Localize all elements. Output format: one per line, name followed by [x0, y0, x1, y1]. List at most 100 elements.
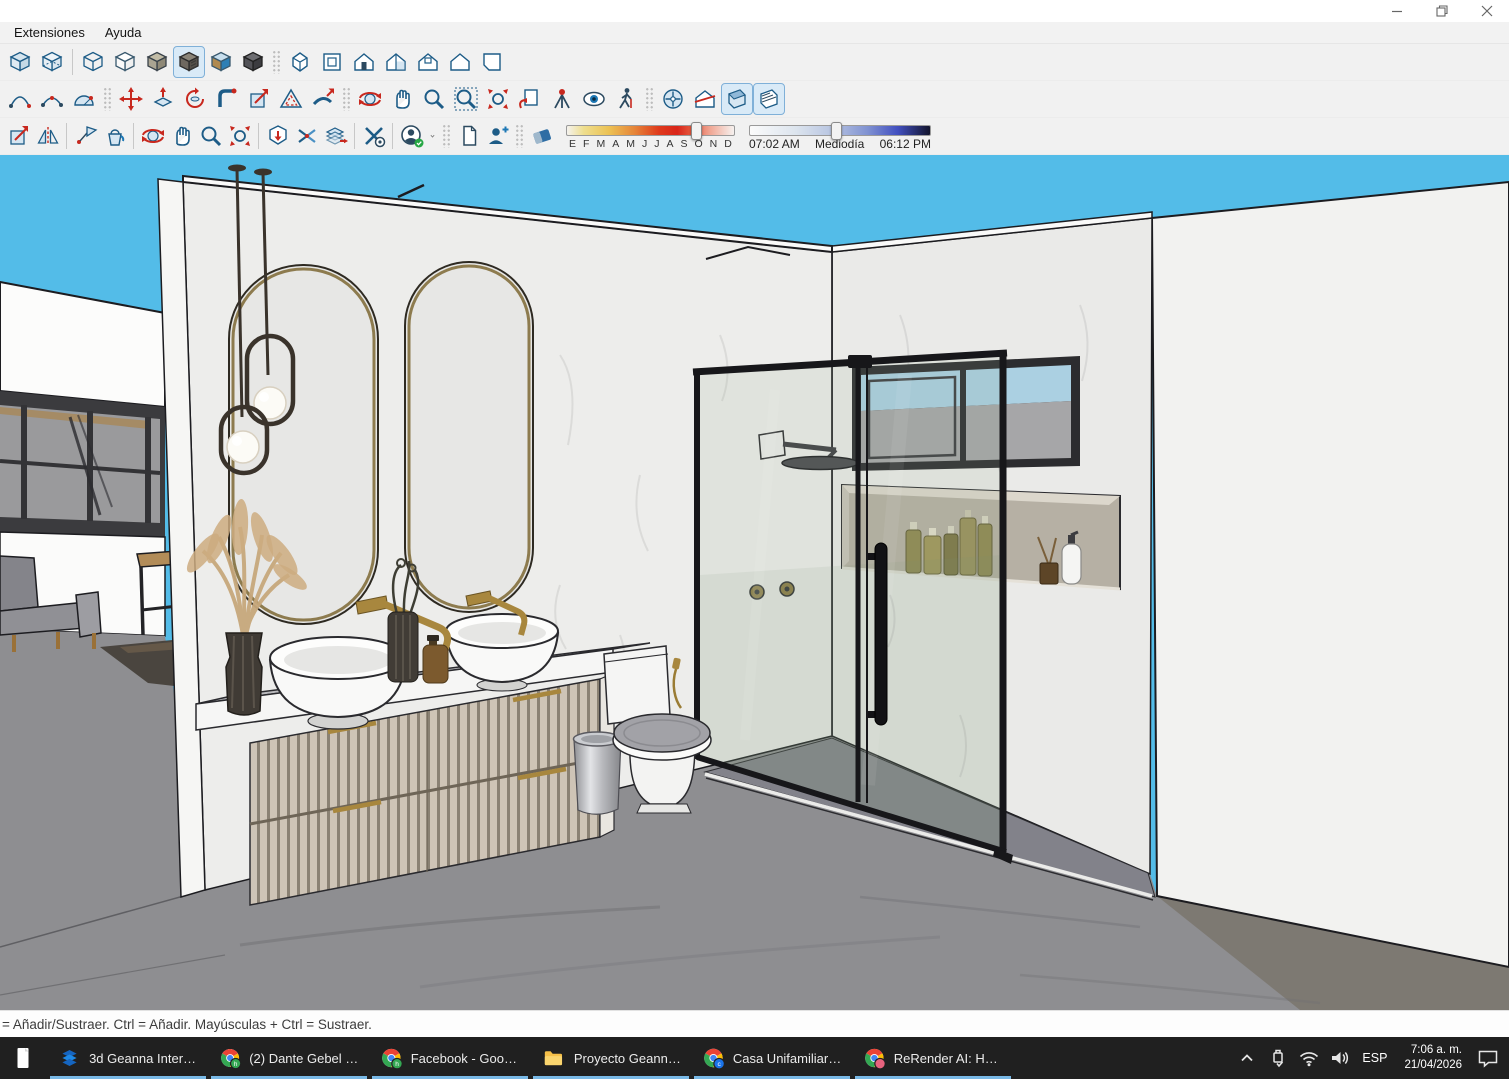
offset-tool-icon[interactable]: [275, 83, 307, 115]
taskbar-item-casa-unifamiliar-en[interactable]: cCasa Unifamiliar en...: [693, 1037, 851, 1079]
menu-item-extensiones[interactable]: Extensiones: [4, 23, 95, 42]
shadow-date-slider-handle[interactable]: [691, 122, 702, 140]
taskbar-item-3d-geanna-interior[interactable]: 3d Geanna Interior ...: [49, 1037, 207, 1079]
taskbar-item-rerender-ai-herra[interactable]: ReRender AI: Herra...: [854, 1037, 1012, 1079]
clock[interactable]: 7:06 a. m. 21/04/2026: [1398, 1043, 1468, 1073]
display-section-planes-icon[interactable]: [689, 83, 721, 115]
style-shaded-textures-icon[interactable]: [173, 46, 205, 78]
taskbar-item-label: 3d Geanna Interior ...: [89, 1051, 198, 1066]
section-plane-tool-icon[interactable]: [657, 83, 689, 115]
clock-time: 7:06 a. m.: [1404, 1043, 1462, 1058]
view-left-icon[interactable]: [444, 46, 476, 78]
pan-tool-2-icon[interactable]: [167, 122, 196, 151]
previous-view-icon[interactable]: [514, 83, 546, 115]
resize-tool-icon[interactable]: [4, 122, 33, 151]
toolbar-grip[interactable]: [515, 124, 524, 148]
taskbar-item-proyecto-geanna-4[interactable]: Proyecto Geanna 4: [532, 1037, 690, 1079]
add-collaborator-icon[interactable]: [483, 122, 512, 151]
taskbar-item-document[interactable]: [0, 1037, 46, 1079]
volume-icon[interactable]: [1327, 1046, 1351, 1070]
toolbar-grip[interactable]: [645, 87, 654, 111]
share-component-icon[interactable]: [321, 122, 350, 151]
usb-device-icon[interactable]: [1265, 1046, 1289, 1070]
follow-me-tool-icon[interactable]: [211, 83, 243, 115]
time-end-label: 06:12 PM: [880, 137, 931, 151]
style-xray-icon[interactable]: [4, 46, 36, 78]
wifi-icon[interactable]: [1296, 1046, 1320, 1070]
arc-tool-icon[interactable]: [4, 83, 36, 115]
shadow-toggle-icon[interactable]: [527, 122, 556, 151]
shadow-month-labels: EFMAMJJASOND: [566, 138, 735, 150]
style-dark-icon[interactable]: [237, 46, 269, 78]
account-button-icon[interactable]: [397, 122, 426, 151]
3d-viewport[interactable]: [0, 155, 1509, 1010]
orbit-tool-icon[interactable]: [354, 83, 386, 115]
warehouse-download-icon[interactable]: [263, 122, 292, 151]
view-back-icon[interactable]: [412, 46, 444, 78]
scale-tool-icon[interactable]: [243, 83, 275, 115]
warehouse-share-icon[interactable]: [292, 122, 321, 151]
zoom-extents-tool-2-icon[interactable]: [225, 122, 254, 151]
taskbar-item-facebook-google[interactable]: hFacebook - Google ...: [371, 1037, 529, 1079]
toolbar-grip[interactable]: [272, 50, 281, 74]
menu-item-ayuda[interactable]: Ayuda: [95, 23, 152, 42]
taskbar-item-2-dante-gebel-94[interactable]: h(2) Dante Gebel #94...: [210, 1037, 368, 1079]
statusbar: = Añadir/Sustraer. Ctrl = Añadir. Mayúsc…: [0, 1010, 1509, 1037]
toolbar-grip[interactable]: [342, 87, 351, 111]
clock-date: 21/04/2026: [1404, 1058, 1462, 1073]
sketchup-icon: [58, 1045, 81, 1071]
paint-bucket-tool-icon[interactable]: [100, 122, 129, 151]
pie-tool-icon[interactable]: [68, 83, 100, 115]
style-wireframe-icon[interactable]: [77, 46, 109, 78]
pan-tool-icon[interactable]: [386, 83, 418, 115]
tray-chevron-up-icon[interactable]: [1234, 1046, 1258, 1070]
zoom-tool-icon[interactable]: [418, 83, 450, 115]
month-label-0: E: [569, 138, 576, 150]
rotate-tool-icon[interactable]: [179, 83, 211, 115]
push-pull-tool-icon[interactable]: [147, 83, 179, 115]
restore-button[interactable]: [1419, 0, 1464, 22]
display-section-cuts-icon[interactable]: [721, 83, 753, 115]
month-label-7: A: [666, 138, 673, 150]
month-label-1: F: [583, 138, 589, 150]
view-bottom-icon[interactable]: [476, 46, 508, 78]
shadow-time-slider[interactable]: 07:02 AM Mediodía 06:12 PM: [749, 125, 931, 151]
zoom-tool-2-icon[interactable]: [196, 122, 225, 151]
new-document-icon[interactable]: [454, 122, 483, 151]
flip-tool-icon[interactable]: [33, 122, 62, 151]
shadow-date-track[interactable]: [566, 125, 735, 136]
style-shaded-icon[interactable]: [141, 46, 173, 78]
orbit-tool-2-icon[interactable]: [138, 122, 167, 151]
toolbar-separator: [72, 49, 73, 75]
language-indicator[interactable]: ESP: [1358, 1051, 1391, 1065]
style-monochrome-icon[interactable]: [205, 46, 237, 78]
shadow-date-slider[interactable]: EFMAMJJASOND: [566, 125, 735, 150]
label-tool-icon[interactable]: [71, 122, 100, 151]
taskbar: 3d Geanna Interior ... h(2) Dante Gebel #…: [0, 1037, 1509, 1079]
notification-center-icon[interactable]: [1475, 1046, 1499, 1070]
close-button[interactable]: [1464, 0, 1509, 22]
extension-manager-icon[interactable]: [359, 122, 388, 151]
folder-icon: [541, 1045, 566, 1071]
view-top-icon[interactable]: [316, 46, 348, 78]
zoom-extents-tool-icon[interactable]: [482, 83, 514, 115]
account-menu-chevron-icon[interactable]: [426, 122, 439, 151]
chrome-r-icon: [863, 1045, 886, 1071]
style-hidden-line-icon[interactable]: [109, 46, 141, 78]
move-tool-icon[interactable]: [115, 83, 147, 115]
view-right-icon[interactable]: [380, 46, 412, 78]
display-section-fill-icon[interactable]: [753, 83, 785, 115]
two-point-arc-tool-icon[interactable]: [36, 83, 68, 115]
extrude-tool-icon[interactable]: [307, 83, 339, 115]
position-camera-tool-icon[interactable]: [546, 83, 578, 115]
walk-tool-icon[interactable]: [610, 83, 642, 115]
zoom-window-tool-icon[interactable]: [450, 83, 482, 115]
view-iso-icon[interactable]: [284, 46, 316, 78]
toolbar-grip[interactable]: [103, 87, 112, 111]
view-front-icon[interactable]: [348, 46, 380, 78]
look-around-tool-icon[interactable]: [578, 83, 610, 115]
minimize-button[interactable]: [1374, 0, 1419, 22]
style-back-edges-icon[interactable]: [36, 46, 68, 78]
shadow-time-slider-handle[interactable]: [831, 122, 842, 140]
toolbar-grip[interactable]: [442, 124, 451, 148]
